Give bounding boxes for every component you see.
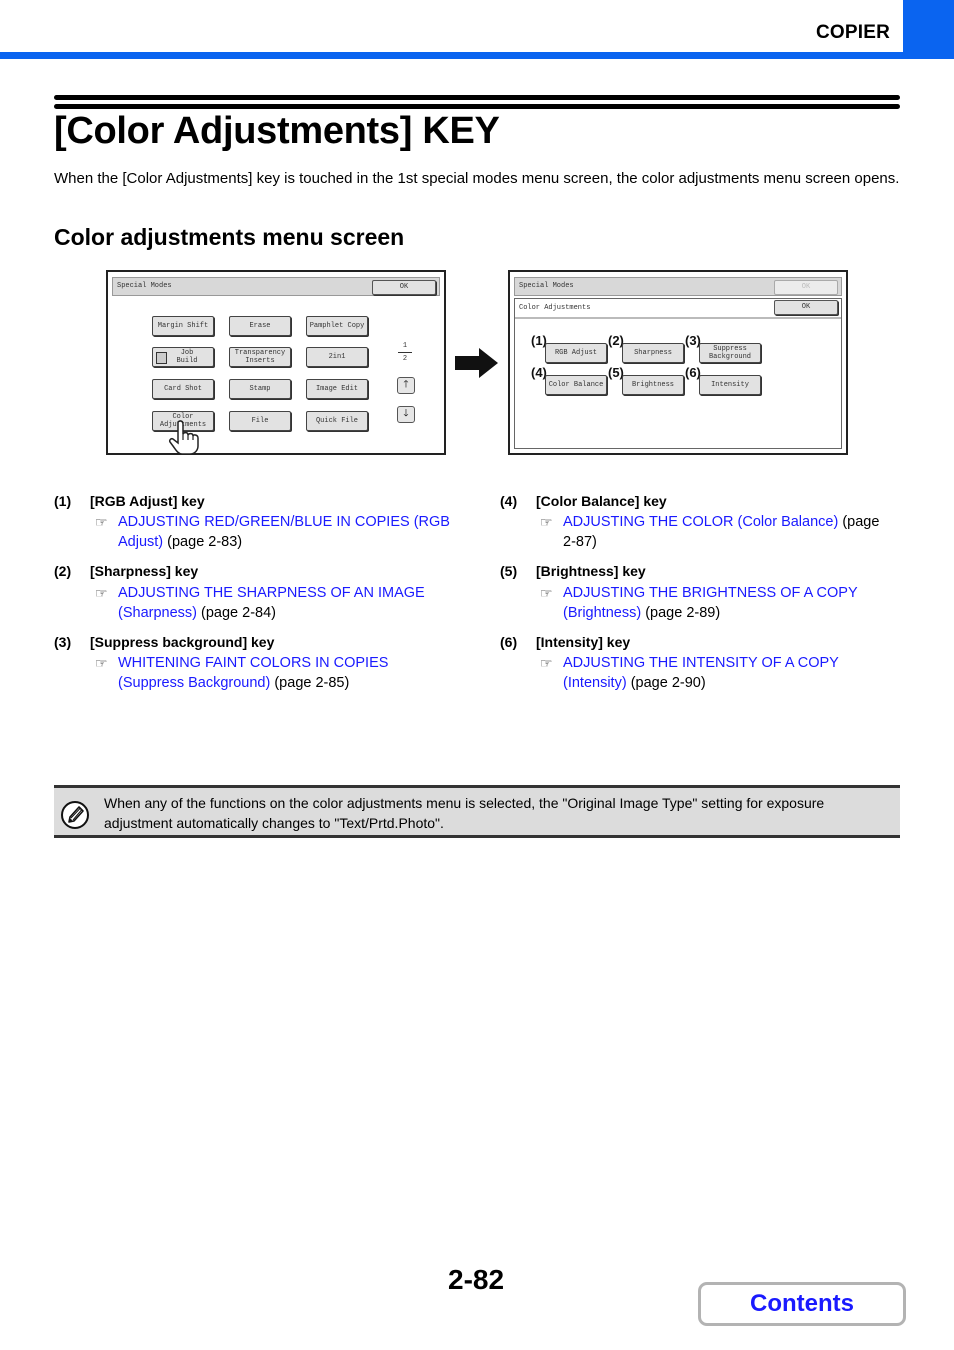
- item-3-page: (page 2-85): [270, 674, 350, 691]
- item-4-title: [Color Balance] key: [536, 493, 667, 509]
- note-box: When any of the functions on the color a…: [54, 785, 900, 838]
- color-adjustments-screen: Special Modes OK Color Adjustments OK (1…: [508, 270, 848, 455]
- item-1-reference: ☞ ADJUSTING RED/GREEN/BLUE IN COPIES (RG…: [95, 513, 458, 552]
- item-3-reference: ☞ WHITENING FAINT COLORS IN COPIES (Supp…: [95, 654, 408, 693]
- item-6-number: (6): [500, 634, 518, 650]
- reference-icon: ☞: [540, 585, 553, 601]
- item-2-reference: ☞ ADJUSTING THE SHARPNESS OF AN IMAGE (S…: [95, 584, 438, 623]
- header-tab: [903, 0, 954, 59]
- key-quick-file[interactable]: Quick File: [306, 411, 368, 431]
- item-4-reference: ☞ ADJUSTING THE COLOR (Color Balance) (p…: [540, 513, 893, 552]
- arrow-right-icon: [455, 348, 498, 378]
- item-1-number: (1): [54, 493, 72, 509]
- key-image-edit[interactable]: Image Edit: [306, 379, 368, 399]
- key-intensity[interactable]: Intensity: [699, 375, 761, 395]
- key-card-shot[interactable]: Card Shot: [152, 379, 214, 399]
- hand-pointer-icon: [169, 420, 199, 455]
- item-6-heading: (6) [Intensity] key: [500, 634, 630, 650]
- job-build-icon: [156, 352, 167, 364]
- color-adjustments-title: Color Adjustments: [519, 304, 591, 312]
- item-2-heading: (2) [Sharpness] key: [54, 563, 198, 579]
- item-2-page: (page 2-84): [196, 604, 276, 621]
- ok-button[interactable]: OK: [372, 280, 436, 295]
- color-adjustments-panel: Color Adjustments OK (1) RGB Adjust (2) …: [514, 298, 842, 449]
- item-1-page: (page 2-83): [163, 533, 243, 550]
- key-stamp[interactable]: Stamp: [229, 379, 291, 399]
- page-indicator: 1 2: [398, 342, 412, 363]
- ok-button[interactable]: OK: [774, 300, 838, 315]
- key-2in1[interactable]: 2in1: [306, 347, 368, 367]
- item-5-reference: ☞ ADJUSTING THE BRIGHTNESS OF A COPY (Br…: [540, 584, 873, 623]
- reference-icon: ☞: [540, 514, 553, 530]
- special-modes-screen: Special Modes OK Margin Shift Erase Pamp…: [106, 270, 446, 455]
- page-divider: [398, 352, 412, 353]
- item-1-heading: (1) [RGB Adjust] key: [54, 493, 205, 509]
- item-4-heading: (4) [Color Balance] key: [500, 493, 667, 509]
- special-modes-title: Special Modes: [117, 282, 172, 290]
- item-5-title: [Brightness] key: [536, 563, 646, 579]
- scroll-up-button[interactable]: 🡑: [397, 377, 415, 394]
- item-2-title: [Sharpness] key: [90, 563, 199, 579]
- reference-icon: ☞: [95, 655, 108, 671]
- item-6-title: [Intensity] key: [536, 634, 631, 650]
- key-job-build[interactable]: Job Build: [152, 347, 214, 367]
- intro-text: When the [Color Adjustments] key is touc…: [54, 170, 900, 187]
- item-1-title: [RGB Adjust] key: [90, 493, 205, 509]
- key-brightness[interactable]: Brightness: [622, 375, 684, 395]
- reference-icon: ☞: [95, 514, 108, 530]
- title-rule-top: [54, 95, 900, 100]
- item-6-page: (page 2-90): [626, 674, 706, 691]
- item-5-heading: (5) [Brightness] key: [500, 563, 646, 579]
- pencil-note-icon: [61, 801, 89, 829]
- ok-button-disabled: OK: [774, 280, 838, 295]
- page-current: 1: [402, 342, 408, 350]
- key-pamphlet-copy[interactable]: Pamphlet Copy: [306, 316, 368, 336]
- item-4-link[interactable]: ADJUSTING THE COLOR (Color Balance): [563, 514, 838, 530]
- item-3-number: (3): [54, 634, 72, 650]
- item-5-page: (page 2-89): [641, 604, 721, 621]
- key-erase[interactable]: Erase: [229, 316, 291, 336]
- key-job-build-label: Job Build: [176, 349, 198, 365]
- contents-button[interactable]: Contents: [698, 1282, 906, 1326]
- reference-icon: ☞: [540, 655, 553, 671]
- key-color-balance[interactable]: Color Balance: [545, 375, 607, 395]
- item-6-reference: ☞ ADJUSTING THE INTENSITY OF A COPY (Int…: [540, 654, 853, 693]
- item-4-number: (4): [500, 493, 518, 509]
- key-transparency-inserts[interactable]: Transparency Inserts: [229, 347, 291, 367]
- key-rgb-adjust[interactable]: RGB Adjust: [545, 343, 607, 363]
- item-2-number: (2): [54, 563, 72, 579]
- key-sharpness[interactable]: Sharpness: [622, 343, 684, 363]
- color-adjustments-header: Color Adjustments OK: [515, 299, 841, 319]
- arrow-down-icon: 🡓: [403, 409, 409, 420]
- page-total: 2: [402, 355, 408, 363]
- key-suppress-background[interactable]: Suppress Background: [699, 343, 761, 363]
- special-modes-bar-inactive: Special Modes OK: [514, 277, 842, 296]
- key-file[interactable]: File: [229, 411, 291, 431]
- special-modes-bar: Special Modes OK: [112, 277, 440, 296]
- arrow-up-icon: 🡑: [403, 380, 409, 391]
- item-3-title: [Suppress background] key: [90, 634, 275, 650]
- reference-icon: ☞: [95, 585, 108, 601]
- note-text: When any of the functions on the color a…: [104, 795, 825, 831]
- item-5-number: (5): [500, 563, 518, 579]
- page-title: [Color Adjustments] KEY: [54, 110, 500, 152]
- item-3-heading: (3) [Suppress background] key: [54, 634, 274, 650]
- scroll-down-button[interactable]: 🡓: [397, 406, 415, 423]
- section-heading: Color adjustments menu screen: [54, 224, 405, 250]
- section-name: COPIER: [815, 22, 890, 43]
- header-bar: [0, 52, 954, 59]
- key-margin-shift[interactable]: Margin Shift: [152, 316, 214, 336]
- title-rule-bottom: [54, 104, 900, 109]
- special-modes-title: Special Modes: [519, 282, 574, 290]
- page-number: 2-82: [448, 1264, 505, 1295]
